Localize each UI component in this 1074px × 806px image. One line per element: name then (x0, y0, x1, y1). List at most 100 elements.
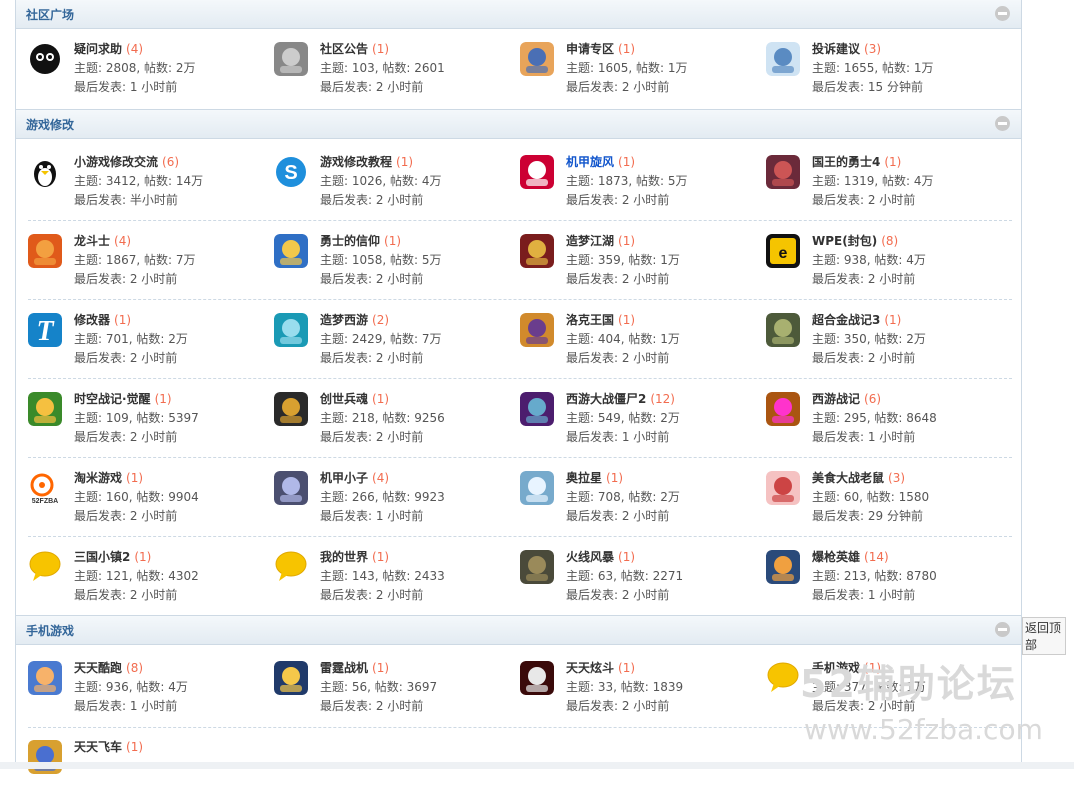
forum-title-link[interactable]: 我的世界 (1) (320, 548, 389, 565)
penguin-icon[interactable] (28, 155, 62, 189)
forum-title-link[interactable]: 淘米游戏 (1) (74, 469, 143, 486)
forum-title-link[interactable]: 申请专区 (1) (566, 40, 635, 57)
zombie-icon[interactable] (520, 392, 554, 426)
forum-name[interactable]: 机甲小子 (320, 471, 368, 485)
forum-item[interactable]: 我的世界 (1) 主题: 143, 帖数: 2433 最后发表: 2 小时前 (274, 544, 514, 616)
forum-item[interactable]: e WPE(封包) (8) 主题: 938, 帖数: 4万 最后发表: 2 小时前 (766, 228, 1006, 300)
letter-t-icon[interactable]: T (28, 313, 62, 347)
forum-title-link[interactable]: 疑问求助 (4) (74, 40, 143, 57)
wizard-icon[interactable] (274, 313, 308, 347)
forum-name[interactable]: 小游戏修改交流 (74, 155, 158, 169)
section-header-community[interactable]: 社区广场 (16, 0, 1021, 29)
roco-kingdom-icon[interactable] (520, 313, 554, 347)
section-header-game-mod[interactable]: 游戏修改 (16, 109, 1021, 139)
collapse-icon[interactable] (995, 6, 1010, 21)
forum-item[interactable]: 爆枪英雄 (14) 主题: 213, 帖数: 8780 最后发表: 1 小时前 (766, 544, 1006, 616)
forum-item[interactable]: 申请专区 (1) 主题: 1605, 帖数: 1万 最后发表: 2 小时前 (520, 36, 760, 108)
tank-icon[interactable] (766, 313, 800, 347)
forum-name[interactable]: 淘米游戏 (74, 471, 122, 485)
forum-title-link[interactable]: 天天酷跑 (8) (74, 659, 143, 676)
collapse-icon[interactable] (995, 116, 1010, 131)
forum-item[interactable]: 勇士的信仰 (1) 主题: 1058, 帖数: 5万 最后发表: 2 小时前 (274, 228, 514, 300)
last-post-time[interactable]: 最后发表: 1 小时前 (566, 428, 669, 445)
forum-name[interactable]: 游戏修改教程 (320, 155, 392, 169)
forum-name[interactable]: 手机游戏 (812, 661, 860, 675)
last-post-time[interactable]: 最后发表: 2 小时前 (566, 78, 669, 95)
forum-item[interactable]: 雷霆战机 (1) 主题: 56, 帖数: 3697 最后发表: 2 小时前 (274, 655, 514, 727)
last-post-time[interactable]: 最后发表: 2 小时前 (812, 191, 915, 208)
forum-item[interactable]: 投诉建议 (3) 主题: 1655, 帖数: 1万 最后发表: 15 分钟前 (766, 36, 1006, 108)
forum-name[interactable]: 洛克王国 (566, 313, 614, 327)
forum-title-link[interactable]: 国王的勇士4 (1) (812, 153, 901, 170)
forum-item[interactable]: S 游戏修改教程 (1) 主题: 1026, 帖数: 4万 最后发表: 2 小时前 (274, 149, 514, 221)
last-post-time[interactable]: 最后发表: 1 小时前 (74, 78, 177, 95)
forum-name[interactable]: 造梦江湖 (566, 234, 614, 248)
speech-bubble-icon[interactable] (766, 661, 800, 695)
forum-title-link[interactable]: 洛克王国 (1) (566, 311, 635, 328)
forum-name[interactable]: 三国小镇2 (74, 550, 130, 564)
site-logo-icon[interactable]: 52FZBA (28, 471, 62, 505)
forum-title-link[interactable]: 游戏修改教程 (1) (320, 153, 413, 170)
mecha-character-icon[interactable] (520, 155, 554, 189)
forum-item[interactable]: 奥拉星 (1) 主题: 708, 帖数: 2万 最后发表: 2 小时前 (520, 465, 760, 537)
forum-name[interactable]: 火线风暴 (566, 550, 614, 564)
forum-name[interactable]: 美食大战老鼠 (812, 471, 884, 485)
forum-title-link[interactable]: 手机游戏 (1) (812, 659, 881, 676)
forum-title-link[interactable]: 西游大战僵尸2 (12) (566, 390, 675, 407)
forum-title-link[interactable]: 投诉建议 (3) (812, 40, 881, 57)
last-post-time[interactable]: 最后发表: 2 小时前 (566, 697, 669, 714)
forum-name[interactable]: 天天炫斗 (566, 661, 614, 675)
last-post-time[interactable]: 最后发表: 2 小时前 (320, 586, 423, 603)
last-post-time[interactable]: 最后发表: 2 小时前 (320, 428, 423, 445)
forum-item[interactable]: 火线风暴 (1) 主题: 63, 帖数: 2271 最后发表: 2 小时前 (520, 544, 760, 616)
forum-name[interactable]: 天天飞车 (74, 740, 122, 754)
forum-title-link[interactable]: 西游战记 (6) (812, 390, 881, 407)
forum-title-link[interactable]: 修改器 (1) (74, 311, 131, 328)
forum-name[interactable]: 勇士的信仰 (320, 234, 380, 248)
forum-item[interactable]: 西游战记 (6) 主题: 295, 帖数: 8648 最后发表: 1 小时前 (766, 386, 1006, 458)
last-post-time[interactable]: 最后发表: 2 小时前 (566, 191, 669, 208)
chibi-characters-icon[interactable] (28, 392, 62, 426)
last-post-time[interactable]: 最后发表: 2 小时前 (566, 586, 669, 603)
forum-name[interactable]: 创世兵魂 (320, 392, 368, 406)
last-post-time[interactable]: 最后发表: 2 小时前 (320, 78, 423, 95)
last-post-time[interactable]: 最后发表: 2 小时前 (566, 349, 669, 366)
forum-name[interactable]: 国王的勇士4 (812, 155, 880, 169)
last-post-time[interactable]: 最后发表: 1 小时前 (812, 586, 915, 603)
runner-icon[interactable] (28, 661, 62, 695)
last-post-time[interactable]: 最后发表: 2 小时前 (320, 349, 423, 366)
forum-item[interactable]: 洛克王国 (1) 主题: 404, 帖数: 1万 最后发表: 2 小时前 (520, 307, 760, 379)
forum-item[interactable]: 时空战记·觉醒 (1) 主题: 109, 帖数: 5397 最后发表: 2 小时前 (28, 386, 268, 458)
forum-item[interactable]: 52FZBA 淘米游戏 (1) 主题: 160, 帖数: 9904 最后发表: 2 小时… (28, 465, 268, 537)
forum-item[interactable]: 机甲小子 (4) 主题: 266, 帖数: 9923 最后发表: 1 小时前 (274, 465, 514, 537)
robot-icon[interactable] (274, 471, 308, 505)
forum-name[interactable]: 疑问求助 (74, 42, 122, 56)
forum-title-link[interactable]: 美食大战老鼠 (3) (812, 469, 905, 486)
forum-item[interactable]: 超合金战记3 (1) 主题: 350, 帖数: 2万 最后发表: 2 小时前 (766, 307, 1006, 379)
last-post-time[interactable]: 最后发表: 2 小时前 (74, 270, 177, 287)
forum-name[interactable]: 西游战记 (812, 392, 860, 406)
jianghu-logo-icon[interactable] (520, 234, 554, 268)
forum-title-link[interactable]: 造梦江湖 (1) (566, 232, 635, 249)
forum-title-link[interactable]: 天天飞车 (1) (74, 738, 143, 755)
blonde-hero-icon[interactable] (274, 234, 308, 268)
forum-name[interactable]: 时空战记·觉醒 (74, 392, 151, 406)
forum-name[interactable]: 修改器 (74, 313, 110, 327)
last-post-time[interactable]: 最后发表: 2 小时前 (74, 428, 177, 445)
forum-title-link[interactable]: 爆枪英雄 (14) (812, 548, 889, 565)
forum-name[interactable]: 爆枪英雄 (812, 550, 860, 564)
last-post-time[interactable]: 最后发表: 2 小时前 (812, 270, 915, 287)
last-post-time[interactable]: 最后发表: 2 小时前 (74, 586, 177, 603)
forum-name[interactable]: 西游大战僵尸2 (566, 392, 646, 406)
forum-item[interactable]: 造梦江湖 (1) 主题: 359, 帖数: 1万 最后发表: 2 小时前 (520, 228, 760, 300)
paper-plane-icon[interactable] (766, 42, 800, 76)
forum-title-link[interactable]: 三国小镇2 (1) (74, 548, 151, 565)
forum-item[interactable]: 疑问求助 (4) 主题: 2808, 帖数: 2万 最后发表: 1 小时前 (28, 36, 268, 108)
forum-item[interactable]: 社区公告 (1) 主题: 103, 帖数: 2601 最后发表: 2 小时前 (274, 36, 514, 108)
fighter-jet-icon[interactable] (274, 661, 308, 695)
monkey-king-icon[interactable] (766, 392, 800, 426)
forum-item[interactable]: 创世兵魂 (1) 主题: 218, 帖数: 9256 最后发表: 2 小时前 (274, 386, 514, 458)
last-post-time[interactable]: 最后发表: 1 小时前 (320, 507, 423, 524)
last-post-time[interactable]: 最后发表: 2 小时前 (320, 697, 423, 714)
back-to-top-button[interactable]: 返回顶部 (1022, 617, 1066, 655)
